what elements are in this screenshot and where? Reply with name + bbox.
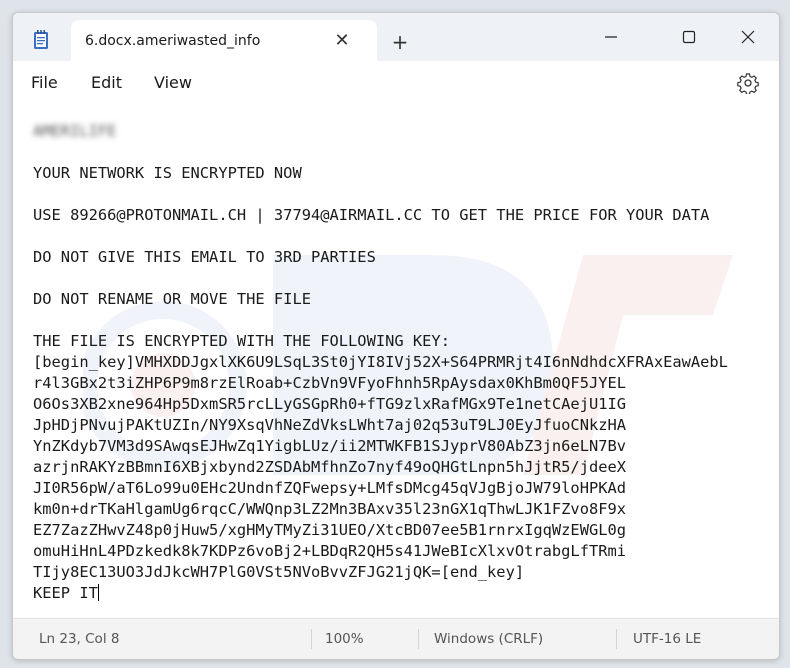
line-6: DO NOT GIVE THIS EMAIL TO 3RD PARTIES [33,248,376,266]
close-icon[interactable]: ✕ [329,27,355,53]
status-divider [311,629,312,649]
line-9 [33,310,773,331]
status-bar: Ln 23, Col 8 100% Windows (CRLF) UTF-16 … [13,618,779,659]
line-8: DO NOT RENAME OR MOVE THE FILE [33,290,311,308]
menu-view[interactable]: View [154,73,192,92]
text-caret [97,584,99,601]
status-divider [616,629,617,649]
line-4: USE 89266@PROTONMAIL.CH | 37794@AIRMAIL.… [33,206,710,224]
notepad-icon [34,30,48,49]
menu-bar: File Edit View [13,61,779,105]
blurred-company-name: AMERILIFE [33,122,117,140]
key-line-9: EZ7ZazZHwvZ48p0jHuw5/xgHMyTMyZi31UEO/Xtc… [33,521,627,539]
line-7 [33,268,773,289]
text-editor[interactable]: AMERILIFE YOUR NETWORK IS ENCRYPTED NOW … [13,105,779,618]
menu-file[interactable]: File [31,73,58,92]
menu-edit[interactable]: Edit [91,73,122,92]
key-line-6: azrjnRAKYzBBmnI6XBjxbynd2ZSDAbMfhnZo7nyf… [33,458,627,476]
key-line-1: [begin_key]VMHXDDJgxlXK6U9LSqL3St0jYI8IV… [33,353,728,371]
tab-title: 6.docx.ameriwasted_info [85,33,261,49]
notepad-window: 6.docx.ameriwasted_info ✕ + File Edit Vi… [12,12,780,660]
maximize-button[interactable] [667,21,711,53]
maximize-icon [682,30,696,44]
title-bar: 6.docx.ameriwasted_info ✕ + [13,13,779,61]
key-line-11: TIjy8EC13UO3JdJkcWH7PlG0VSt5NVoBvvZFJG21… [33,563,525,581]
minimize-icon [605,36,617,38]
close-window-icon [741,30,755,44]
key-line-2: r4l3GBx2t3iZHP6P9m8rzElRoab+CzbVn9VFyoFh… [33,374,627,392]
minimize-button[interactable] [589,21,633,53]
line-1 [33,142,773,163]
status-divider [418,629,419,649]
key-line-8: km0n+drTKaHlgamUg6rqcC/WWQnp3LZ2Mn3BAxv3… [33,500,627,518]
last-line-text: KEEP IT [33,584,98,602]
line-ending: Windows (CRLF) [434,631,544,647]
key-line-3: O6Os3XB2xne964Hp5DxmSR5rcLLyGSGpRh0+fTG9… [33,395,627,413]
close-window-button[interactable] [726,21,770,53]
cursor-position: Ln 23, Col 8 [39,631,120,647]
line-5 [33,226,773,247]
key-line-5: YnZKdyb7VM3d9SAwqsEJHwZq1YigbLUz/ii2MTWK… [33,437,627,455]
key-line-7: JI0R56pW/aT6Lo99u0EHc2UndnfZQFwepsy+LMfs… [33,479,627,497]
gear-icon[interactable] [737,72,759,94]
encoding: UTF-16 LE [633,631,702,647]
line-10: THE FILE IS ENCRYPTED WITH THE FOLLOWING… [33,332,450,350]
line-2: YOUR NETWORK IS ENCRYPTED NOW [33,164,302,182]
key-line-4: JpHDjPNvujPAKtUZIn/NY9XsqVhNeZdVksLWht7a… [33,416,627,434]
tab-document[interactable]: 6.docx.ameriwasted_info ✕ [71,20,377,61]
last-line: KEEP IT [33,583,773,604]
plus-icon[interactable]: + [387,29,413,55]
key-line-10: omuHiHnL4PDzkedk8k7KDPz6voBj2+LBDqR2QH5s… [33,542,627,560]
zoom-level: 100% [325,631,364,647]
document-text: AMERILIFE YOUR NETWORK IS ENCRYPTED NOW … [33,121,773,604]
line-3 [33,184,773,205]
